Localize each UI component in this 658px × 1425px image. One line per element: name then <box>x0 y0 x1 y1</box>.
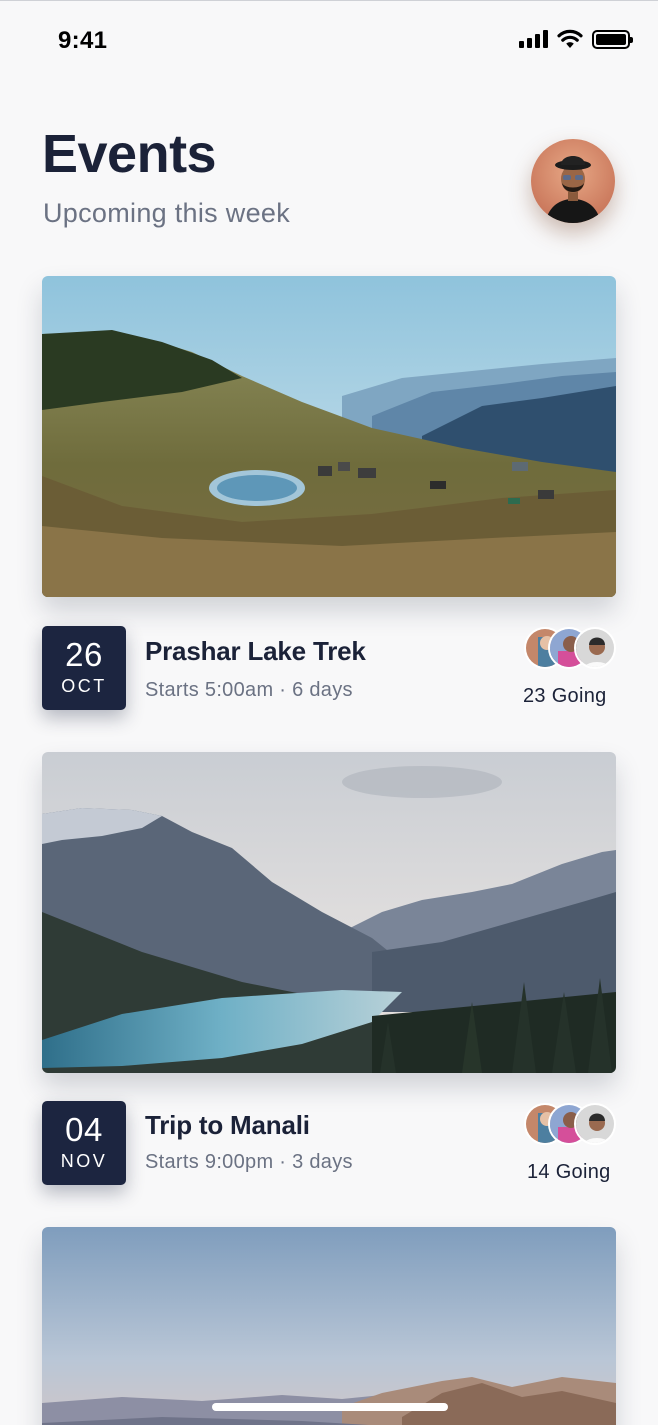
event-date-badge: 04 NOV <box>42 1101 126 1185</box>
attendee-avatar <box>574 627 616 669</box>
event-image-manali[interactable] <box>42 752 616 1073</box>
event-date-month: OCT <box>61 676 107 696</box>
event-title[interactable]: Trip to Manali <box>145 1110 310 1141</box>
page-subtitle: Upcoming this week <box>43 198 291 228</box>
status-time: 9:41 <box>58 27 108 54</box>
event-meta: Starts 5:00am · 6 days <box>145 679 353 701</box>
event-date-badge: 26 OCT <box>42 626 126 710</box>
event-date-day: 04 <box>65 1111 103 1148</box>
going-count: 23 Going <box>523 685 607 707</box>
wifi-icon <box>557 29 583 48</box>
event-meta: Starts 9:00pm · 3 days <box>145 1151 353 1173</box>
attendee-avatars[interactable] <box>524 627 616 671</box>
profile-avatar[interactable] <box>531 139 615 223</box>
attendee-avatar <box>574 1103 616 1145</box>
event-date-month: NOV <box>60 1151 108 1171</box>
battery-icon <box>592 29 633 49</box>
event-title[interactable]: Prashar Lake Trek <box>145 636 366 667</box>
event-image-prashar-lake[interactable] <box>42 276 616 597</box>
status-icons <box>519 29 633 49</box>
status-bar: 9:41 <box>0 1 658 81</box>
event-image-third[interactable] <box>42 1227 616 1425</box>
attendee-avatars[interactable] <box>524 1103 616 1147</box>
going-count: 14 Going <box>527 1161 611 1183</box>
cellular-signal-icon <box>519 30 548 48</box>
page-title: Events <box>42 124 217 184</box>
event-date-day: 26 <box>65 636 103 673</box>
events-screen: 9:41 Events Upcoming this week 26 OCT Pr… <box>0 0 658 1425</box>
home-indicator[interactable] <box>212 1403 448 1411</box>
